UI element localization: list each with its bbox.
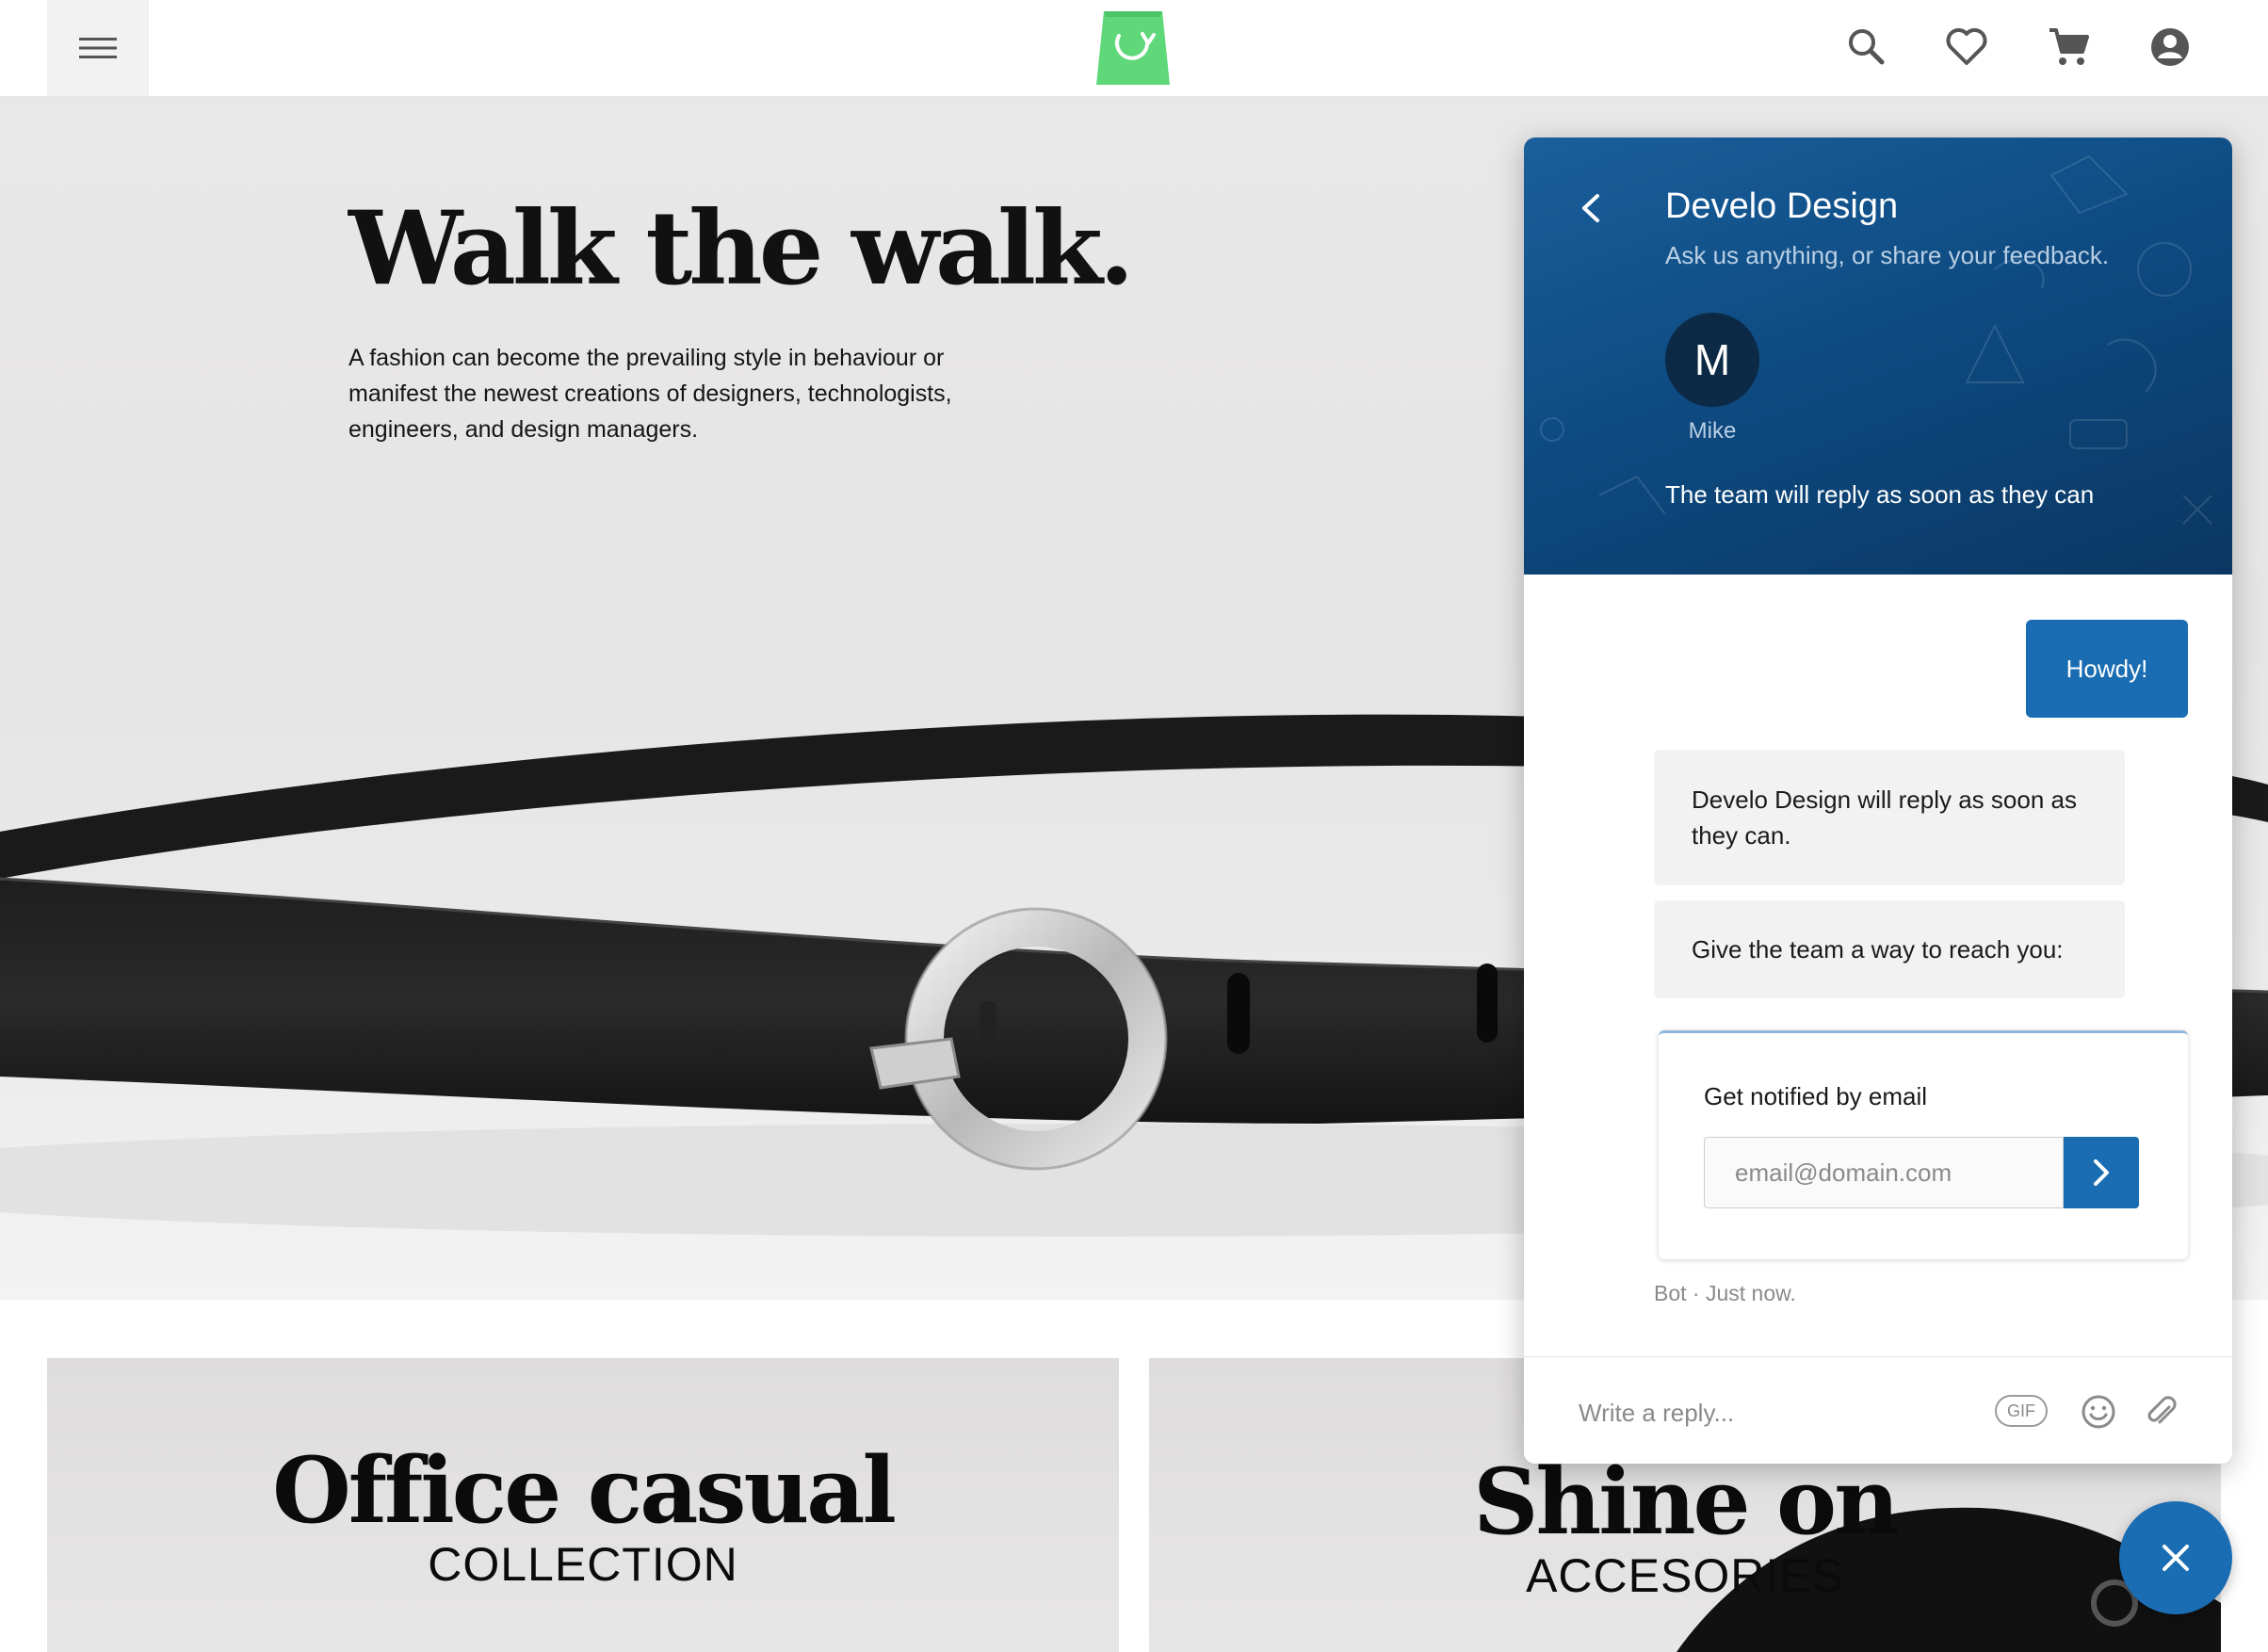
search-icon — [1849, 29, 1885, 65]
wishlist-button[interactable] — [1938, 19, 1995, 75]
collection-card-office-casual[interactable]: Office casual COLLECTION — [47, 1358, 1119, 1652]
heart-icon — [1946, 28, 1987, 65]
team-tagline: Ask us anything, or share your feedback. — [1665, 241, 2110, 269]
top-navigation-bar — [0, 0, 2268, 97]
menu-button[interactable] — [47, 0, 149, 96]
cart-icon — [2049, 28, 2089, 65]
back-button[interactable] — [1567, 185, 1614, 232]
search-button[interactable] — [1839, 19, 1895, 75]
close-chat-button[interactable] — [2119, 1501, 2232, 1614]
user-message-bubble: Howdy! — [2026, 620, 2188, 718]
bot-message-text: Give the team a way to reach you: — [1692, 935, 2064, 964]
emoji-button[interactable] — [2078, 1391, 2119, 1433]
reply-input[interactable] — [1577, 1384, 1995, 1442]
card-title: Office casual — [272, 1437, 897, 1544]
team-name: Develo Design — [1665, 186, 1899, 226]
hero-description: A fashion can become the prevailing styl… — [348, 345, 952, 443]
bot-message-bubble: Give the team a way to reach you: — [1654, 900, 2125, 998]
account-icon — [2151, 28, 2189, 66]
close-icon — [2163, 1545, 2189, 1571]
cart-button[interactable] — [2040, 19, 2097, 75]
card-subtitle: COLLECTION — [428, 1538, 738, 1591]
bot-message-bubble: Develo Design will reply as soon as they… — [1654, 750, 2125, 885]
attachment-button[interactable] — [2140, 1391, 2181, 1433]
paperclip-icon — [2147, 1396, 2177, 1424]
reply-composer: GIF — [1524, 1356, 2232, 1464]
email-submit-button[interactable] — [2064, 1137, 2139, 1208]
email-capture-card: Get notified by email — [1659, 1030, 2188, 1259]
chat-widget: Develo Design Ask us anything, or share … — [1524, 138, 2232, 1464]
shopping-bag-logo[interactable] — [1091, 6, 1175, 85]
chevron-right-icon — [2094, 1159, 2109, 1186]
chevron-left-icon — [1582, 194, 1599, 222]
emoji-icon — [2082, 1395, 2115, 1429]
gif-button[interactable]: GIF — [1995, 1395, 2048, 1427]
email-input[interactable] — [1704, 1137, 2064, 1208]
avatar-name: Mike — [1688, 418, 1737, 444]
reply-time-note: The team will reply as soon as they can — [1665, 480, 2095, 509]
bot-message-text: Develo Design will reply as soon as they… — [1692, 786, 2077, 850]
email-capture-label: Get notified by email — [1704, 1082, 1928, 1110]
hero-title: Walk the walk. — [348, 189, 1134, 308]
card-title: Shine on — [1473, 1449, 1900, 1555]
hamburger-menu-icon — [79, 38, 117, 58]
account-button[interactable] — [2142, 19, 2198, 75]
chat-header: Develo Design Ask us anything, or share … — [1524, 138, 2232, 575]
card-subtitle: ACCESORIES — [1526, 1549, 1844, 1602]
avatar: M — [1665, 313, 1759, 407]
message-meta: Bot · Just now. — [1654, 1281, 1796, 1305]
